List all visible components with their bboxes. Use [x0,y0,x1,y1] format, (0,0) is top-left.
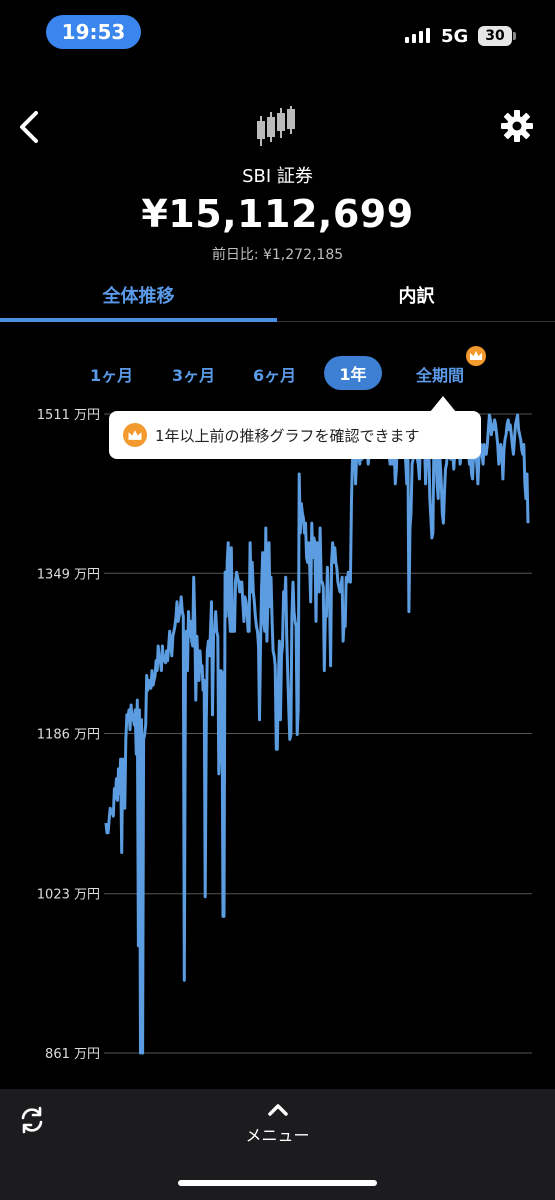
tab-overall[interactable]: 全体推移 [0,282,277,308]
battery-icon: 30 [478,26,512,46]
y-tick-label: 1511 万円 [37,408,100,423]
range-1y[interactable]: 1年 [324,356,382,390]
day-change: 前日比: ¥1,272,185 [211,247,344,263]
premium-tooltip[interactable]: 1年以上前の推移グラフを確認できます [109,411,481,459]
y-tick-label: 861 万円 [45,1047,100,1062]
tooltip-arrow [430,396,456,412]
gear-icon [501,110,533,142]
network-type: 5G [441,26,469,47]
tab-indicator [0,318,277,322]
y-tick-label: 1349 万円 [37,567,100,582]
range-6m[interactable]: 6ヶ月 [253,362,296,386]
menu-button[interactable]: メニュー [0,1122,555,1146]
home-indicator [178,1180,377,1186]
portfolio-line-chart: 1511 万円 1349 万円 1186 万円 1023 万円 861 万円 [37,408,532,1062]
crown-icon [466,346,486,366]
tab-breakdown[interactable]: 内訳 [278,282,555,308]
tooltip-text: 1年以上前の推移グラフを確認できます [155,426,420,445]
chevron-up-icon[interactable] [265,1100,291,1118]
status-time: 19:53 [46,15,141,49]
y-tick-label: 1186 万円 [37,728,100,743]
signal-icon [405,28,430,43]
y-tick-label: 1023 万円 [37,888,100,903]
candlestick-icon [253,104,301,150]
crown-icon [123,423,147,447]
battery-tip [513,32,516,40]
chevron-left-icon [20,111,38,143]
range-all[interactable]: 全期間 [416,362,464,386]
settings-button[interactable] [500,109,534,143]
range-3m[interactable]: 3ヶ月 [172,362,215,386]
total-value: ¥15,112,699 [141,192,414,236]
back-button[interactable] [14,110,44,144]
broker-name: SBI 証券 [242,166,313,187]
range-1m[interactable]: 1ヶ月 [90,362,133,386]
